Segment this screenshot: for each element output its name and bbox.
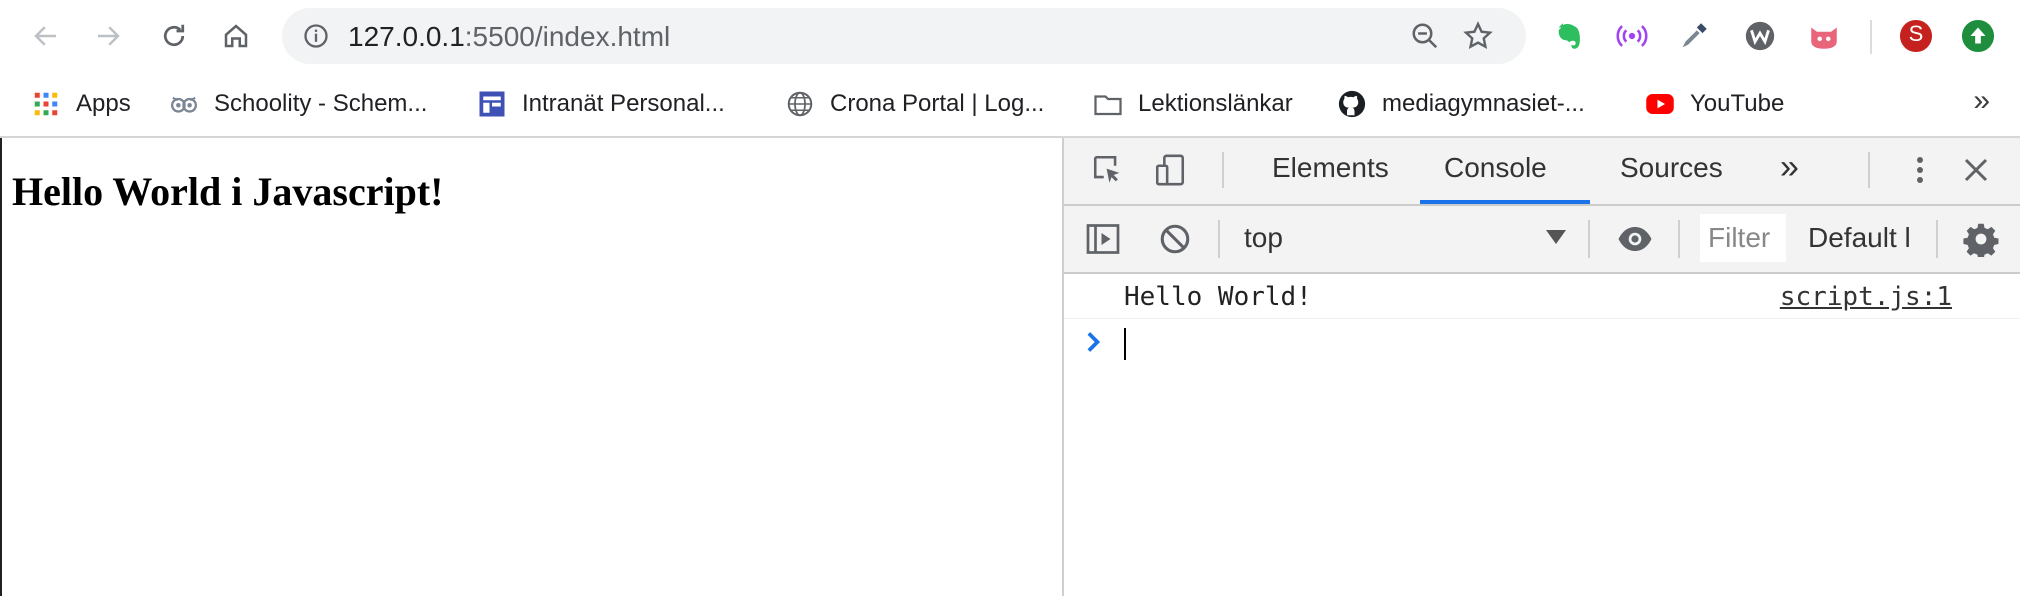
- home-icon: [224, 24, 248, 48]
- prompt-chevron-icon: [1087, 332, 1101, 352]
- podcast-icon: [1616, 25, 1648, 47]
- tab-elements[interactable]: Elements: [1272, 152, 1389, 184]
- browser-toolbar: 127.0.0.1:5500/index.html S: [0, 0, 2020, 72]
- apps-grid-icon: [30, 88, 62, 120]
- update-button[interactable]: [1960, 18, 1996, 54]
- github-icon: [1336, 88, 1368, 120]
- bookmark-schoolity[interactable]: Schoolity - Schem...: [168, 86, 427, 122]
- bookmark-label: Lektionslänkar: [1138, 90, 1293, 117]
- log-levels-dropdown[interactable]: Default l: [1808, 222, 1911, 254]
- tab-bar-divider: [1868, 152, 1870, 188]
- arrow-left-icon: [34, 26, 56, 46]
- filter-input[interactable]: [1700, 214, 1786, 262]
- bookmark-crona[interactable]: Crona Portal | Log...: [784, 86, 1044, 122]
- tab-sources[interactable]: Sources: [1620, 152, 1723, 184]
- evernote-icon: [1558, 23, 1580, 49]
- filter-field[interactable]: [1700, 214, 1786, 262]
- profile-button[interactable]: S: [1898, 18, 1934, 54]
- zoom-out-icon[interactable]: [1410, 21, 1440, 51]
- live-expression-button[interactable]: [1614, 220, 1656, 258]
- devtools-menu-button[interactable]: [1908, 152, 1932, 188]
- bookmark-github[interactable]: mediagymnasiet-...: [1336, 86, 1585, 122]
- home-button[interactable]: [218, 18, 254, 54]
- bookmark-intranet[interactable]: Intranät Personal...: [476, 86, 725, 122]
- console-settings-button[interactable]: [1962, 220, 2000, 258]
- bookmark-label: YouTube: [1690, 90, 1785, 117]
- close-devtools-button[interactable]: [1960, 154, 1992, 186]
- reload-button[interactable]: [156, 18, 192, 54]
- console-output[interactable]: Hello World! script.js:1: [1064, 274, 2020, 596]
- devtools-panel: Elements Console Sources » top Default l: [1062, 138, 2020, 596]
- back-button[interactable]: [28, 18, 64, 54]
- toolbar-divider: [1218, 220, 1220, 258]
- reload-icon: [163, 24, 185, 47]
- inspect-element-button[interactable]: [1090, 152, 1126, 188]
- profile-initial: S: [1908, 21, 1924, 46]
- tab-console[interactable]: Console: [1444, 152, 1547, 184]
- arrow-right-icon: [98, 26, 120, 46]
- page-heading: Hello World i Javascript!: [12, 169, 444, 214]
- console-prompt[interactable]: [1064, 320, 2020, 364]
- bookmarks-overflow-button[interactable]: »: [1973, 84, 1990, 118]
- devtools-tab-bar: Elements Console Sources »: [1064, 138, 2020, 206]
- page-viewport: Hello World i Javascript!: [0, 138, 1062, 596]
- console-message-row: Hello World! script.js:1: [1064, 274, 2020, 319]
- context-selector[interactable]: top: [1244, 222, 1283, 254]
- owl-icon: [168, 88, 200, 120]
- forward-button[interactable]: [90, 18, 126, 54]
- info-icon[interactable]: [302, 22, 330, 50]
- youtube-icon: [1644, 88, 1676, 120]
- wordtune-extension[interactable]: [1742, 18, 1778, 54]
- more-tabs-button[interactable]: »: [1780, 148, 1799, 187]
- update-arrow-icon: [1961, 19, 1995, 53]
- bookmark-label: Crona Portal | Log...: [830, 90, 1045, 117]
- evernote-extension[interactable]: [1552, 18, 1588, 54]
- podcast-extension[interactable]: [1614, 18, 1650, 54]
- kebab-menu-icon: [1917, 157, 1923, 183]
- sidebar-play-icon: [1086, 224, 1120, 254]
- toolbar-divider: [1588, 220, 1590, 258]
- gear-icon: [1963, 223, 1999, 257]
- bookmark-label: Intranät Personal...: [522, 90, 725, 117]
- clear-console-button[interactable]: [1156, 220, 1194, 258]
- address-bar[interactable]: 127.0.0.1:5500/index.html: [282, 8, 1526, 64]
- toolbar-divider: [1936, 220, 1938, 258]
- close-icon: [1964, 158, 1988, 182]
- bookmark-youtube[interactable]: YouTube: [1644, 86, 1784, 122]
- w-logo-icon: [1745, 21, 1775, 51]
- octotree-extension[interactable]: [1806, 18, 1842, 54]
- intranet-icon: [476, 88, 508, 120]
- bookmark-star-icon[interactable]: [1462, 20, 1494, 52]
- toolbar-divider: [1678, 220, 1680, 258]
- toolbar-divider: [1870, 20, 1872, 54]
- globe-icon: [784, 88, 816, 120]
- device-mobile-icon: [1155, 154, 1185, 186]
- url-path: :5500/index.html: [464, 21, 671, 52]
- active-tab-indicator: [1420, 200, 1590, 204]
- bookmark-apps[interactable]: Apps: [30, 86, 131, 122]
- url-host: 127.0.0.1: [348, 21, 465, 52]
- bookmark-lektionslankar[interactable]: Lektionslänkar: [1092, 86, 1293, 122]
- block-icon: [1160, 224, 1190, 254]
- url-text[interactable]: 127.0.0.1:5500/index.html: [348, 21, 670, 53]
- device-toolbar-button[interactable]: [1152, 152, 1188, 188]
- bookmark-label: Schoolity - Schem...: [214, 90, 428, 117]
- console-toolbar: top Default l: [1064, 206, 2020, 274]
- eyedropper-extension[interactable]: [1676, 18, 1712, 54]
- cat-icon: [1811, 27, 1837, 49]
- folder-icon: [1092, 88, 1124, 120]
- eyedropper-icon: [1682, 23, 1707, 48]
- chevron-down-icon[interactable]: [1546, 230, 1566, 244]
- bookmark-label: mediagymnasiet-...: [1382, 90, 1585, 117]
- bookmark-label: Apps: [76, 90, 131, 117]
- tab-bar-divider: [1222, 152, 1224, 188]
- console-message-source-link[interactable]: script.js:1: [1780, 282, 1952, 312]
- eye-icon: [1618, 227, 1652, 251]
- show-sidebar-button[interactable]: [1084, 220, 1122, 258]
- text-cursor: [1124, 328, 1126, 360]
- bookmarks-bar: Apps Schoolity - Schem... Intranät Perso…: [0, 72, 2020, 138]
- inspect-cursor-icon: [1093, 155, 1120, 183]
- console-message-text: Hello World!: [1124, 282, 1312, 312]
